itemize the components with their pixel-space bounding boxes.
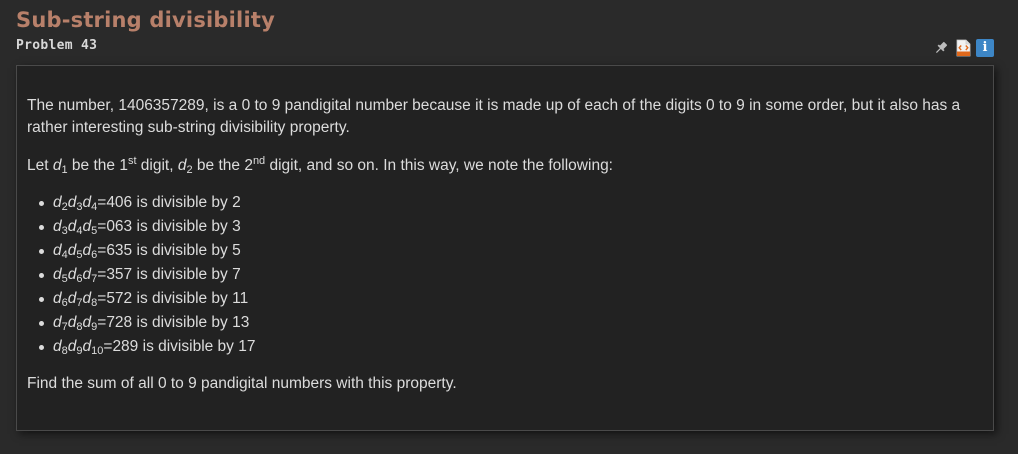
divisor-value: 7 — [232, 266, 241, 283]
substring-value: 572 — [106, 290, 133, 307]
divisor-value: 2 — [232, 194, 241, 211]
problem-content: The number, 1406357289, is a 0 to 9 pand… — [16, 65, 994, 431]
list-item: d3d4d5=063 is divisible by 3 — [39, 215, 981, 239]
divisor-value: 17 — [238, 338, 256, 355]
pin-icon[interactable] — [932, 39, 950, 57]
substring-value: 406 — [106, 194, 133, 211]
problem-toolbar: i — [932, 39, 994, 57]
list-item: d8d9d10=289 is divisible by 17 — [39, 335, 981, 359]
question-paragraph: Find the sum of all 0 to 9 pandigital nu… — [27, 375, 457, 392]
list-item: d6d7d8=572 is divisible by 11 — [39, 287, 981, 311]
definition-paragraph: Let d1 be the 1st digit, d2 be the 2nd d… — [27, 155, 613, 176]
divisor-value: 5 — [232, 242, 241, 259]
divisor-value: 11 — [232, 290, 249, 307]
list-item: d4d5d6=635 is divisible by 5 — [39, 239, 981, 263]
divisor-value: 3 — [232, 218, 241, 235]
substring-value: 728 — [106, 314, 133, 331]
substring-value: 063 — [106, 218, 133, 235]
page-title: Sub-string divisibility — [16, 8, 275, 32]
list-item: d5d6d7=357 is divisible by 7 — [39, 263, 981, 287]
divisibility-list: d2d3d4=406 is divisible by 2 d3d4d5=063 i… — [27, 191, 981, 359]
problem-page: Sub-string divisibility Problem 43 i The… — [0, 0, 1018, 454]
list-item: d7d8d9=728 is divisible by 13 — [39, 311, 981, 335]
intro-paragraph: The number, 1406357289, is a 0 to 9 pand… — [27, 97, 961, 136]
problem-header: Problem 43 i — [16, 34, 1002, 60]
problem-number: Problem 43 — [16, 38, 98, 53]
info-icon[interactable]: i — [976, 39, 994, 57]
substring-value: 635 — [106, 242, 133, 259]
html-file-icon[interactable] — [954, 39, 972, 57]
substring-value: 357 — [106, 266, 133, 283]
substring-value: 289 — [112, 338, 139, 355]
list-item: d2d3d4=406 is divisible by 2 — [39, 191, 981, 215]
divisor-value: 13 — [232, 314, 250, 331]
